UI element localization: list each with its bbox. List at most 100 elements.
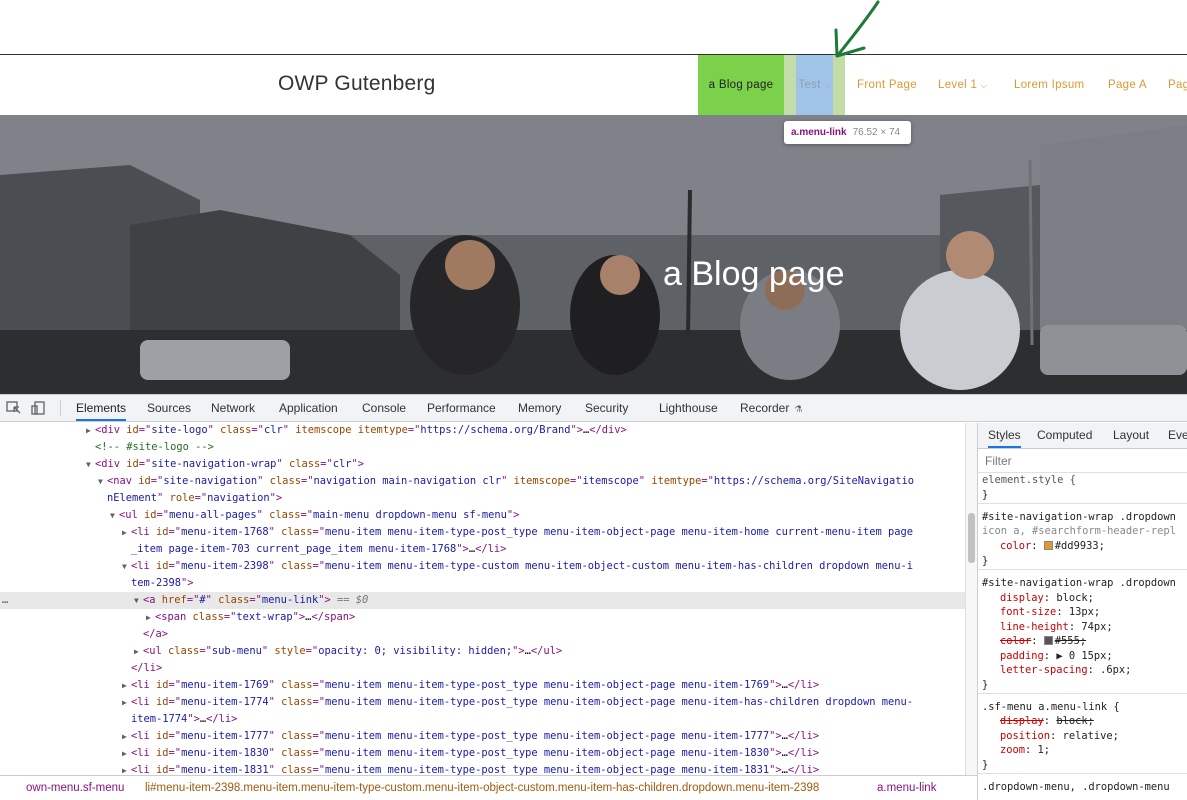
dom-node[interactable]: nElement" role="navigation"> [0,490,965,507]
device-toolbar-icon[interactable] [31,401,47,415]
dom-node[interactable]: ▼ <ul id="menu-all-pages" class="main-men… [0,507,965,524]
dom-node[interactable]: ▼ <li id="menu-item-2398" class="menu-ite… [0,558,965,575]
dom-node[interactable]: item-1774">…</li> [0,711,965,728]
site-logo[interactable]: OWP Gutenberg [278,72,435,96]
dom-node-text: </li> [131,662,163,674]
dom-node[interactable]: ▶ <li id="menu-item-1774" class="menu-ite… [0,694,965,711]
tooltip-dimensions: 76.52 × 74 [852,127,901,138]
css-selector[interactable]: element.style { [982,473,1076,488]
css-selector[interactable]: #site-navigation-wrap .dropdown [982,510,1176,525]
site-header: OWP Gutenberg a Blog page Test ⌵ Front P… [0,55,1187,115]
tabbar-divider [60,400,61,416]
tab-elements[interactable]: Elements [76,395,127,421]
dom-node[interactable]: _item page-item-703 current_page_item me… [0,541,965,558]
color-swatch-icon[interactable] [1043,541,1053,550]
css-declaration[interactable]: color: #dd9933; [1000,539,1105,554]
tab-sources[interactable]: Sources [147,395,191,421]
nav-item-front-page[interactable]: Front Page [857,55,917,115]
dom-node[interactable]: </li> [0,660,965,677]
styles-filter-input[interactable]: Filter [978,449,1187,473]
dom-node[interactable]: ▶ <li id="menu-item-1769" class="menu-ite… [0,677,965,694]
dom-node-text: <li id="menu-item-1774" class="menu-item… [131,696,914,708]
breadcrumb-item[interactable]: own-menu.sf-menu [26,776,124,800]
css-declaration[interactable]: letter-spacing: .6px; [1000,663,1131,678]
css-selector[interactable]: .sf-menu a.menu-link { [982,700,1120,715]
dom-tree-scrollbar[interactable] [965,423,977,775]
scrollbar-thumb[interactable] [968,513,975,563]
hero-photo [0,115,1187,394]
tab-lighthouse[interactable]: Lighthouse [659,395,718,421]
dom-node-text: <ul class="sub-menu" style="opacity: 0; … [143,645,563,657]
css-declaration[interactable]: position: relative; [1000,729,1119,744]
rule-separator [978,773,1187,774]
breadcrumb-item-current[interactable]: a.menu-link [877,776,936,800]
dom-node[interactable]: ▼ <nav id="site-navigation" class="naviga… [0,473,965,490]
rule-separator [978,503,1187,504]
dom-node[interactable]: </a> [0,626,965,643]
nav-item-page-a[interactable]: Page A [1108,55,1147,115]
annotation-arrow-icon [836,0,880,57]
nav-item-level-1-label: Level 1 [938,79,978,91]
dom-node[interactable]: ▶ <span class="text-wrap">…</span> [0,609,965,626]
tab-security[interactable]: Security [585,395,628,421]
css-declaration[interactable]: line-height: 74px; [1000,620,1113,635]
rule-separator [978,569,1187,570]
dom-node-text: <li id="menu-item-1831" class="menu-item… [131,764,820,775]
styles-tab-computed[interactable]: Computed [1037,423,1092,448]
dom-node[interactable]: <!-- #site-logo --> [0,439,965,456]
styles-tab-styles[interactable]: Styles [988,423,1021,448]
dom-node-text: <span class="text-wrap">…</span> [155,611,356,623]
dom-node[interactable]: ▶ <li id="menu-item-1830" class="menu-ite… [0,745,965,762]
css-declaration[interactable]: display: block; [1000,714,1094,729]
css-declaration[interactable]: display: block; [1000,591,1094,606]
tab-console[interactable]: Console [362,395,406,421]
dom-node-text: <li id="menu-item-1769" class="menu-item… [131,679,820,691]
dom-node[interactable]: ▶ <li id="menu-item-1768" class="menu-ite… [0,524,965,541]
inspect-element-icon[interactable] [6,401,22,415]
nav-item-pag[interactable]: Pag [1168,55,1187,115]
color-swatch-icon[interactable] [1043,636,1053,645]
dom-node[interactable]: ▶ <li id="menu-item-1831" class="menu-ite… [0,762,965,775]
nav-item-lorem-ipsum[interactable]: Lorem Ipsum [1014,55,1084,115]
css-rule-close: } [982,679,989,691]
experiment-flask-icon: ⚗ [794,404,803,414]
css-declaration[interactable]: padding: ▶ 0 15px; [1000,649,1113,664]
styles-tab-layout[interactable]: Layout [1113,423,1149,448]
dom-node[interactable]: ▶ <ul class="sub-menu" style="opacity: 0;… [0,643,965,660]
element-inspect-tooltip: a.menu-link 76.52 × 74 [784,121,911,144]
chevron-down-icon: ⌵ [824,81,831,90]
tab-network[interactable]: Network [211,395,255,421]
chevron-down-icon: ⌵ [980,81,988,90]
devtools-tabbar: Elements Sources Network Application Console… [0,395,1187,422]
dom-node-text: <ul id="menu-all-pages" class="main-menu… [119,509,520,521]
css-declaration[interactable]: font-size: 13px; [1000,605,1100,620]
annotation-arrowhead-icon [834,28,866,58]
dom-breadcrumb: own-menu.sf-menu li#menu-item-2398.menu-… [0,775,977,800]
css-selector[interactable]: #site-navigation-wrap .dropdown [982,576,1176,591]
elements-dom-tree[interactable]: ▶ <div id="site-logo" class="clr" itemsco… [0,423,965,775]
dom-node-selected[interactable]: ▼… <a href="#" class="menu-link"> == $0 [0,592,965,609]
dom-node[interactable]: ▶ <li id="menu-item-1777" class="menu-ite… [0,728,965,745]
dom-node-text: <div id="site-navigation-wrap" class="cl… [95,458,365,470]
dom-node-text: nElement" role="navigation"> [107,492,283,504]
breadcrumb-item[interactable]: li#menu-item-2398.menu-item.menu-item-ty… [145,776,819,800]
css-selector[interactable]: icon a, #searchform-header-repl [982,524,1176,539]
nav-item-blog-page[interactable]: a Blog page [698,55,784,115]
tab-performance[interactable]: Performance [427,395,496,421]
more-options-icon[interactable]: … [2,592,8,609]
dom-node[interactable]: tem-2398"> [0,575,965,592]
dom-node[interactable]: ▼ <div id="site-navigation-wrap" class="c… [0,456,965,473]
styles-tab-eve[interactable]: Eve [1168,423,1187,448]
hero-banner: a Blog page [0,115,1187,394]
nav-item-test[interactable]: Test ⌵ [796,55,833,115]
dom-node[interactable]: ▶ <div id="site-logo" class="clr" itemsco… [0,423,965,439]
nav-item-level-1[interactable]: Level 1 ⌵ [938,55,987,115]
css-declaration[interactable]: zoom: 1; [1000,743,1050,758]
tab-recorder[interactable]: Recorder ⚗ [740,395,802,421]
css-selector[interactable]: .dropdown-menu, .dropdown-menu [982,780,1170,795]
tab-memory[interactable]: Memory [518,395,561,421]
tab-application[interactable]: Application [279,395,338,421]
dom-node-text: <!-- #site-logo --> [95,441,214,453]
dom-node-text: <a href="#" class="menu-link"> == $0 [143,594,369,606]
css-declaration[interactable]: color: #555; [1000,634,1086,649]
